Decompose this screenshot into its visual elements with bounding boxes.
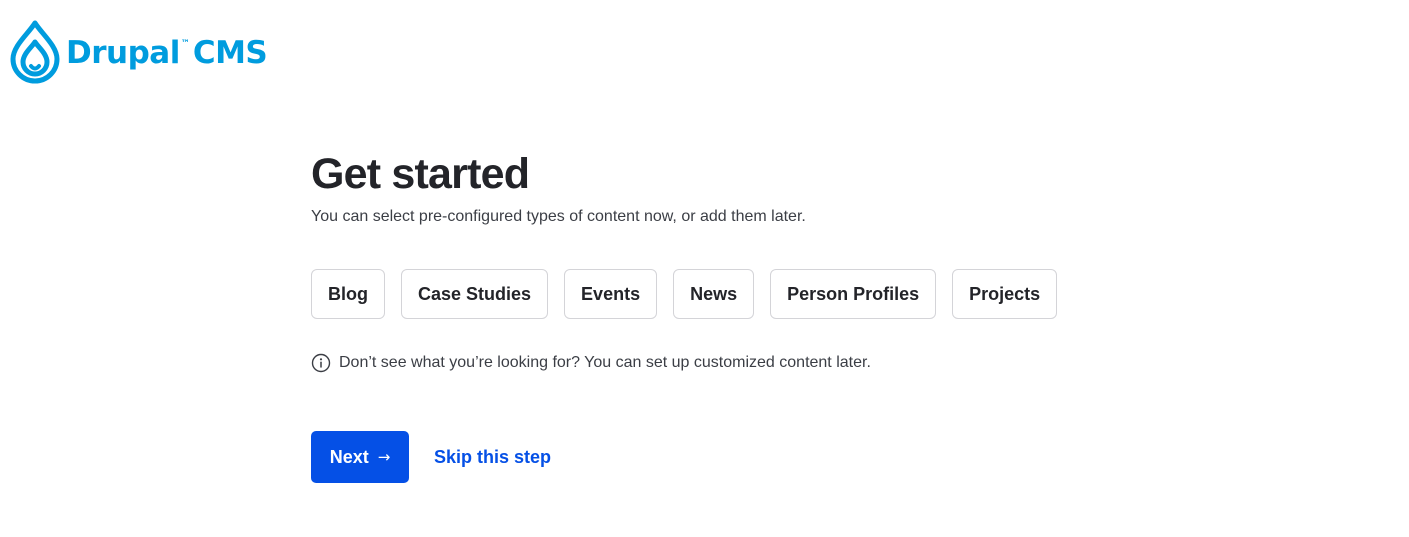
installer-page: Drupal ™ CMS Get started You can select … — [0, 0, 1409, 537]
logo-brand: Drupal — [66, 34, 180, 71]
skip-step-link[interactable]: Skip this step — [434, 447, 551, 468]
option-projects[interactable]: Projects — [952, 269, 1058, 319]
main-content: Get started You can select pre-configure… — [311, 150, 1211, 483]
logo-trademark: ™ — [180, 38, 190, 49]
logo-wordmark: Drupal ™ CMS — [66, 34, 268, 71]
option-case-studies[interactable]: Case Studies — [401, 269, 549, 319]
hint-message: Don’t see what you’re looking for? You c… — [311, 353, 1211, 373]
option-events[interactable]: Events — [564, 269, 658, 319]
next-button-label: Next — [329, 446, 369, 467]
option-person-profiles[interactable]: Person Profiles — [770, 269, 937, 319]
next-button[interactable]: Next → — [311, 431, 409, 483]
info-icon — [311, 353, 331, 373]
page-subtitle: You can select pre-configured types of c… — [311, 208, 806, 225]
content-type-options: Blog Case Studies Events News Person Pro… — [311, 269, 1211, 319]
page-title: Get started — [311, 150, 530, 198]
logo-product: CMS — [192, 34, 268, 71]
option-blog[interactable]: Blog — [311, 269, 385, 319]
option-news[interactable]: News — [673, 269, 755, 319]
form-actions: Next → Skip this step — [311, 431, 1211, 483]
hint-text: Don’t see what you’re looking for? You c… — [339, 354, 871, 371]
drupal-drop-icon — [10, 20, 60, 84]
arrow-right-icon: → — [377, 448, 391, 466]
drupal-cms-logo: Drupal ™ CMS — [10, 20, 268, 84]
